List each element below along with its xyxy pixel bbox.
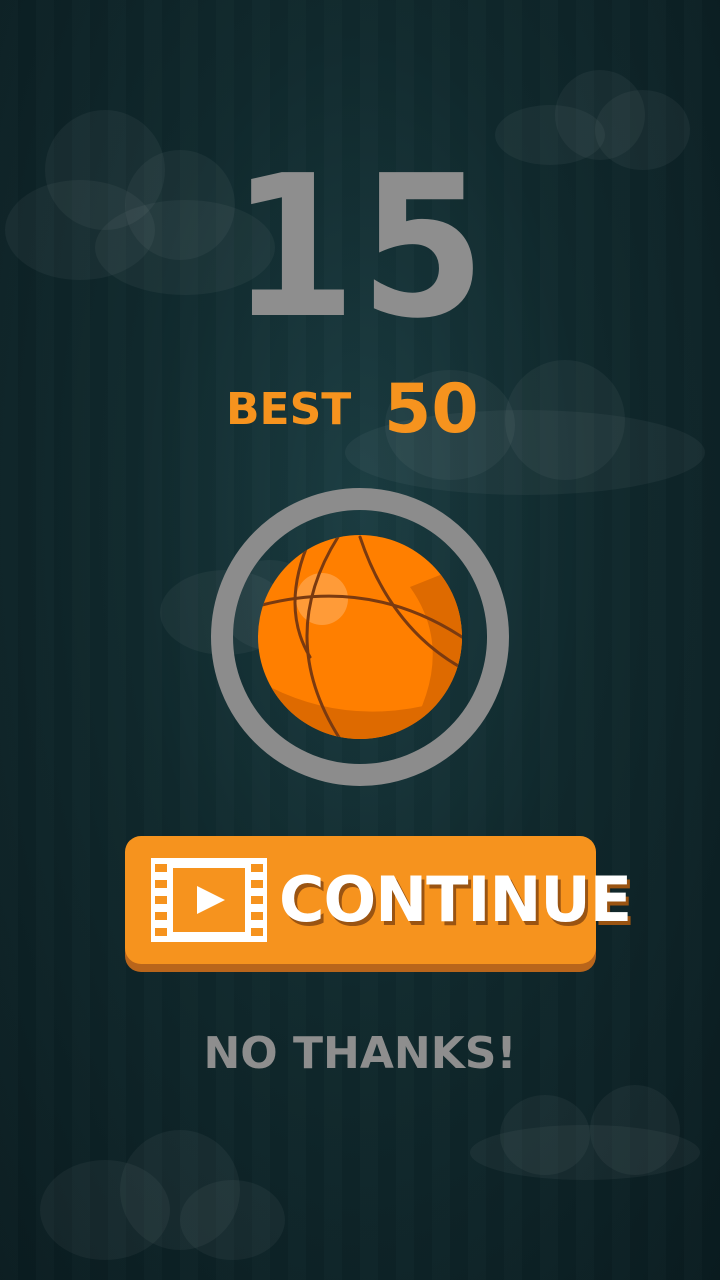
continue-button-label: CONTINUE xyxy=(279,863,632,936)
no-thanks-button[interactable]: NO THANKS! xyxy=(0,1026,720,1082)
basketball-icon xyxy=(210,487,510,787)
cloud-decoration xyxy=(40,1130,285,1265)
cloud-decoration xyxy=(470,1085,700,1185)
current-score: 15 xyxy=(230,134,490,362)
video-film-play-icon xyxy=(151,858,267,942)
best-score-label: BEST xyxy=(226,384,352,435)
best-score-value: 50 xyxy=(384,370,479,449)
continue-button[interactable]: CONTINUE xyxy=(125,836,632,964)
